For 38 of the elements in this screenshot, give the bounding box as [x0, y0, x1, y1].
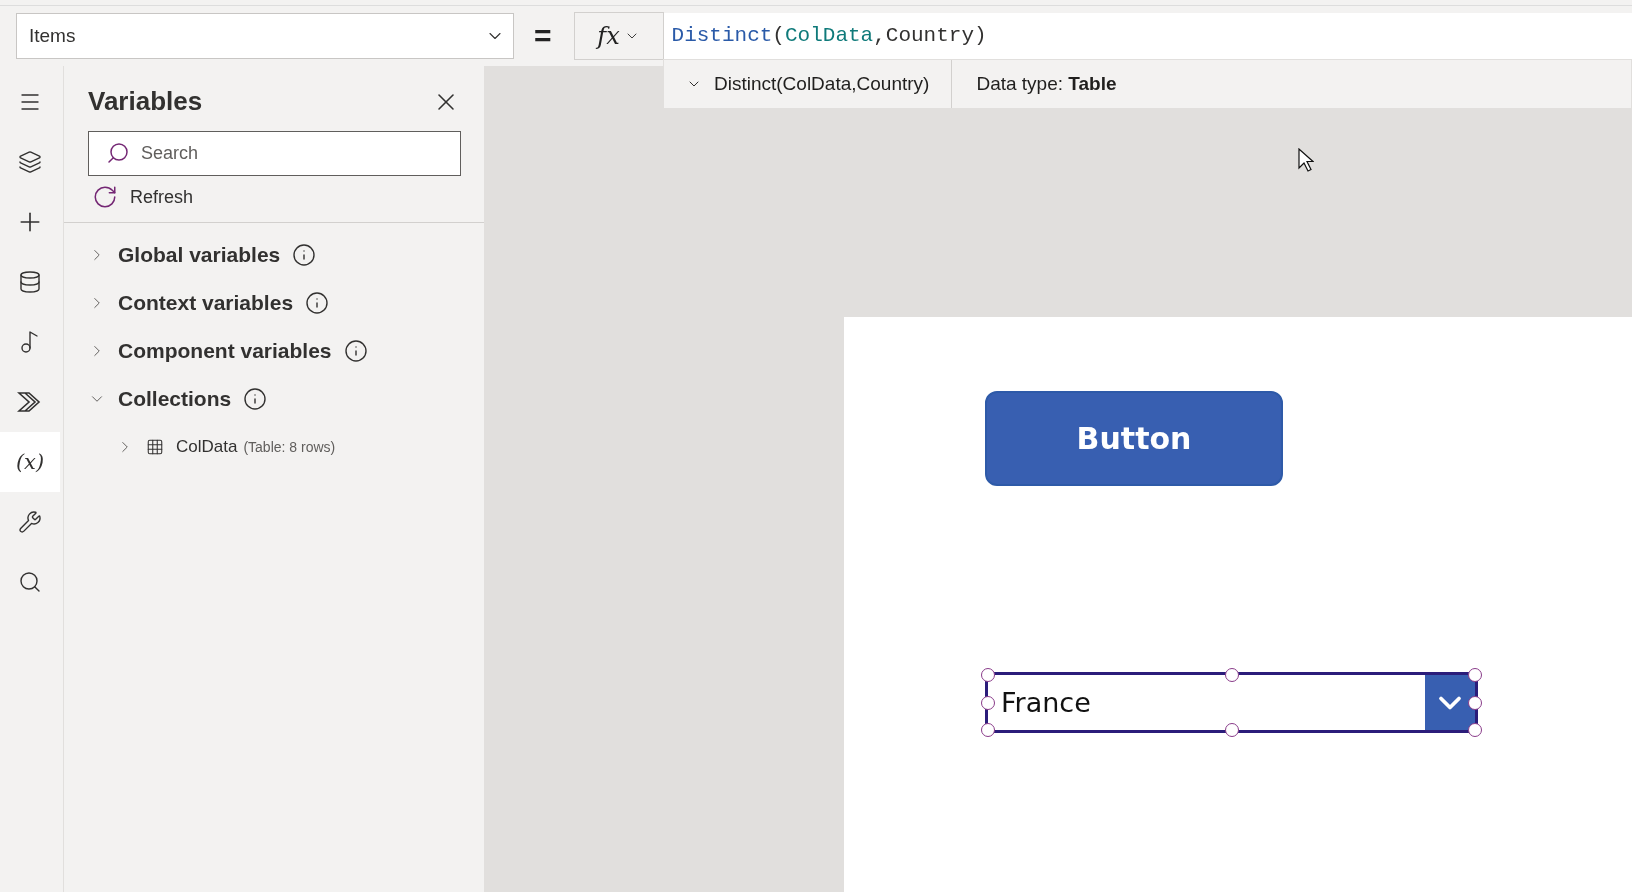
info-icon[interactable]	[305, 291, 330, 315]
selection-handle[interactable]	[1224, 723, 1239, 737]
rail-button[interactable]: (x)	[0, 432, 60, 492]
refresh-button[interactable]: Refresh	[92, 184, 194, 210]
variables-glyph: (x)	[15, 450, 45, 474]
selection-handle[interactable]	[1468, 668, 1482, 682]
app-button[interactable]: Button	[985, 391, 1283, 486]
section-label[interactable]: Collections	[118, 387, 232, 411]
panel-title: Variables	[88, 86, 203, 117]
search-field[interactable]: Search	[88, 131, 461, 176]
property-dropdown[interactable]: Items	[16, 13, 514, 59]
pointer-icon	[1298, 148, 1314, 172]
section-label[interactable]: Context variables	[118, 291, 294, 315]
collection-meta: (Table: 8 rows)	[243, 439, 336, 455]
expression-text: Distinct(ColData,Country)	[714, 73, 930, 95]
search-icon	[106, 141, 130, 165]
search-icon	[18, 570, 42, 594]
layers-icon	[18, 150, 42, 174]
table-icon	[146, 438, 164, 456]
selection-handle[interactable]	[981, 695, 995, 710]
selection-handle[interactable]	[1468, 723, 1482, 737]
collection-name[interactable]: ColData	[176, 437, 238, 457]
selection-handle[interactable]	[1224, 668, 1239, 682]
info-icon[interactable]	[243, 387, 268, 411]
database-icon	[18, 270, 42, 294]
info-icon[interactable]	[343, 339, 368, 363]
info-icon[interactable]	[292, 243, 317, 267]
wrench-icon	[18, 510, 42, 534]
refresh-icon	[92, 184, 118, 210]
data-type-text: Data type: Table	[975, 73, 1117, 95]
equals-sign: =	[534, 19, 552, 53]
selection-handle[interactable]	[981, 723, 995, 737]
section-label[interactable]: Component variables	[118, 339, 332, 363]
formula-field[interactable]: Distinct(ColData,Country)	[663, 12, 1632, 60]
selection-handle[interactable]	[981, 668, 995, 682]
fx-button[interactable]: fx	[573, 12, 664, 60]
double-chevron-icon	[17, 391, 43, 413]
section-label[interactable]: Global variables	[118, 243, 281, 267]
